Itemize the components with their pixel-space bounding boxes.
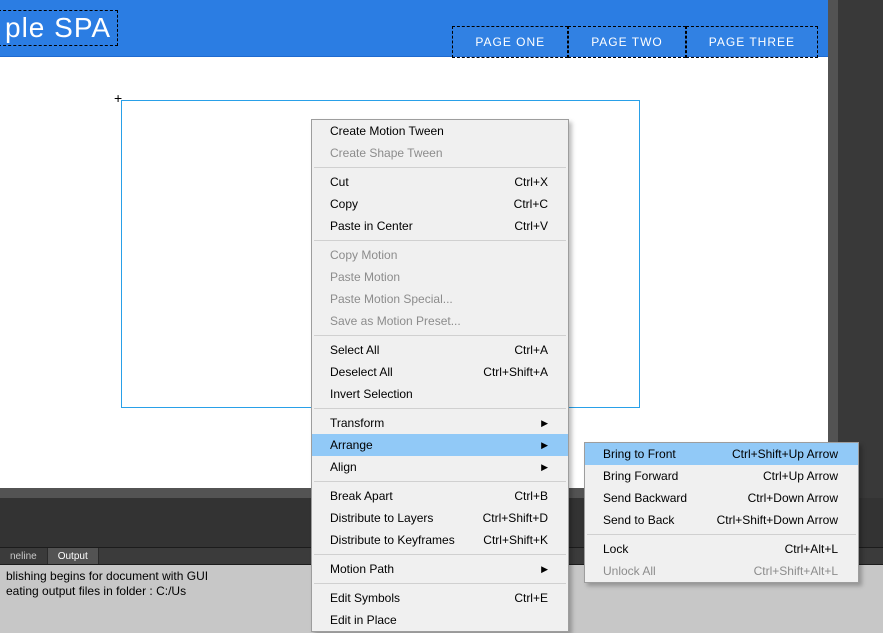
menu-item-shortcut: Ctrl+C [514,197,548,211]
menu-item-label: Paste in Center [330,219,514,233]
menu-item-shortcut: Ctrl+Down Arrow [748,491,838,505]
menu-item-edit-symbols[interactable]: Edit SymbolsCtrl+E [312,587,568,609]
menu-item-select-all[interactable]: Select AllCtrl+A [312,339,568,361]
menu-item-shortcut: Ctrl+Alt+L [785,542,838,556]
menu-item-shortcut: Ctrl+Shift+K [483,533,548,547]
nav-item-page-two[interactable]: PAGE TWO [568,26,686,58]
context-menu[interactable]: Create Motion Tween Create Shape Tween Cut… [311,119,569,632]
menu-separator [314,481,566,482]
menu-item-label: Deselect All [330,365,483,379]
output-line: eating output files in folder : C:/Us [6,584,186,598]
menu-item-label: Lock [603,542,785,556]
menu-item-shortcut: Ctrl+Shift+A [483,365,548,379]
menu-item-label: Save as Motion Preset... [330,314,548,328]
menu-item-label: Distribute to Keyframes [330,533,483,547]
menu-item-lock[interactable]: LockCtrl+Alt+L [585,538,858,560]
menu-item-label: Send Backward [603,491,748,505]
menu-separator [314,240,566,241]
menu-item-label: Transform [330,416,541,430]
menu-item-bring-forward[interactable]: Bring ForwardCtrl+Up Arrow [585,465,858,487]
menu-separator [587,534,856,535]
menu-item-label: Create Motion Tween [330,124,548,138]
menu-item-shortcut: Ctrl+Shift+Down Arrow [717,513,838,527]
menu-item-shortcut: Ctrl+V [514,219,548,233]
menu-item-label: Create Shape Tween [330,146,548,160]
page-header: ple SPA PAGE ONE PAGE TWO PAGE THREE [0,0,828,57]
menu-item-distribute-to-keyframes[interactable]: Distribute to KeyframesCtrl+Shift+K [312,529,568,551]
menu-item-cut[interactable]: CutCtrl+X [312,171,568,193]
stage-margin [828,0,838,488]
menu-item-shortcut: Ctrl+A [514,343,548,357]
menu-item-create-shape-tween: Create Shape Tween [312,142,568,164]
menu-item-label: Break Apart [330,489,514,503]
menu-item-edit-in-place[interactable]: Edit in Place [312,609,568,631]
menu-separator [314,583,566,584]
page-title: ple SPA [5,12,111,43]
submenu-arrow-icon: ▶ [541,440,548,451]
arrange-submenu[interactable]: Bring to FrontCtrl+Shift+Up ArrowBring F… [584,442,859,583]
menu-item-break-apart[interactable]: Break ApartCtrl+B [312,485,568,507]
submenu-arrow-icon: ▶ [541,418,548,429]
menu-item-copy-motion: Copy Motion [312,244,568,266]
menu-item-copy[interactable]: CopyCtrl+C [312,193,568,215]
menu-separator [314,335,566,336]
menu-item-shortcut: Ctrl+E [514,591,548,605]
menu-item-save-as-motion-preset: Save as Motion Preset... [312,310,568,332]
menu-item-paste-motion: Paste Motion [312,266,568,288]
menu-item-paste-in-center[interactable]: Paste in CenterCtrl+V [312,215,568,237]
menu-item-label: Arrange [330,438,541,452]
menu-item-label: Cut [330,175,514,189]
menu-item-label: Invert Selection [330,387,548,401]
menu-item-motion-path[interactable]: Motion Path▶ [312,558,568,580]
menu-item-shortcut: Ctrl+Up Arrow [763,469,838,483]
menu-item-label: Unlock All [603,564,754,578]
menu-item-label: Edit in Place [330,613,548,627]
menu-item-send-backward[interactable]: Send BackwardCtrl+Down Arrow [585,487,858,509]
menu-item-label: Send to Back [603,513,717,527]
menu-item-label: Copy Motion [330,248,548,262]
nav-item-page-three[interactable]: PAGE THREE [686,26,818,58]
nav-bar: PAGE ONE PAGE TWO PAGE THREE [452,26,818,58]
menu-item-label: Distribute to Layers [330,511,483,525]
submenu-arrow-icon: ▶ [541,462,548,473]
menu-item-invert-selection[interactable]: Invert Selection [312,383,568,405]
nav-item-page-one[interactable]: PAGE ONE [452,26,568,58]
menu-item-bring-to-front[interactable]: Bring to FrontCtrl+Shift+Up Arrow [585,443,858,465]
menu-item-shortcut: Ctrl+Shift+D [483,511,548,525]
menu-item-label: Bring to Front [603,447,732,461]
menu-separator [314,167,566,168]
menu-item-unlock-all: Unlock AllCtrl+Shift+Alt+L [585,560,858,582]
tab-output[interactable]: Output [48,548,99,564]
menu-item-arrange[interactable]: Arrange▶ [312,434,568,456]
menu-item-label: Paste Motion Special... [330,292,548,306]
title-selection-box[interactable]: ple SPA [0,10,118,46]
tab-timeline[interactable]: neline [0,548,48,564]
menu-item-label: Motion Path [330,562,541,576]
menu-item-label: Edit Symbols [330,591,514,605]
menu-item-paste-motion-special: Paste Motion Special... [312,288,568,310]
menu-item-label: Bring Forward [603,469,763,483]
menu-item-deselect-all[interactable]: Deselect AllCtrl+Shift+A [312,361,568,383]
menu-item-send-to-back[interactable]: Send to BackCtrl+Shift+Down Arrow [585,509,858,531]
menu-item-create-motion-tween[interactable]: Create Motion Tween [312,120,568,142]
menu-item-label: Copy [330,197,514,211]
submenu-arrow-icon: ▶ [541,564,548,575]
menu-item-label: Paste Motion [330,270,548,284]
menu-item-label: Align [330,460,541,474]
menu-item-shortcut: Ctrl+B [514,489,548,503]
menu-item-transform[interactable]: Transform▶ [312,412,568,434]
menu-separator [314,554,566,555]
output-line: blishing begins for document with GUI [6,569,208,583]
menu-separator [314,408,566,409]
menu-item-align[interactable]: Align▶ [312,456,568,478]
menu-item-shortcut: Ctrl+X [514,175,548,189]
menu-item-label: Select All [330,343,514,357]
menu-item-distribute-to-layers[interactable]: Distribute to LayersCtrl+Shift+D [312,507,568,529]
menu-item-shortcut: Ctrl+Shift+Alt+L [754,564,838,578]
menu-item-shortcut: Ctrl+Shift+Up Arrow [732,447,838,461]
